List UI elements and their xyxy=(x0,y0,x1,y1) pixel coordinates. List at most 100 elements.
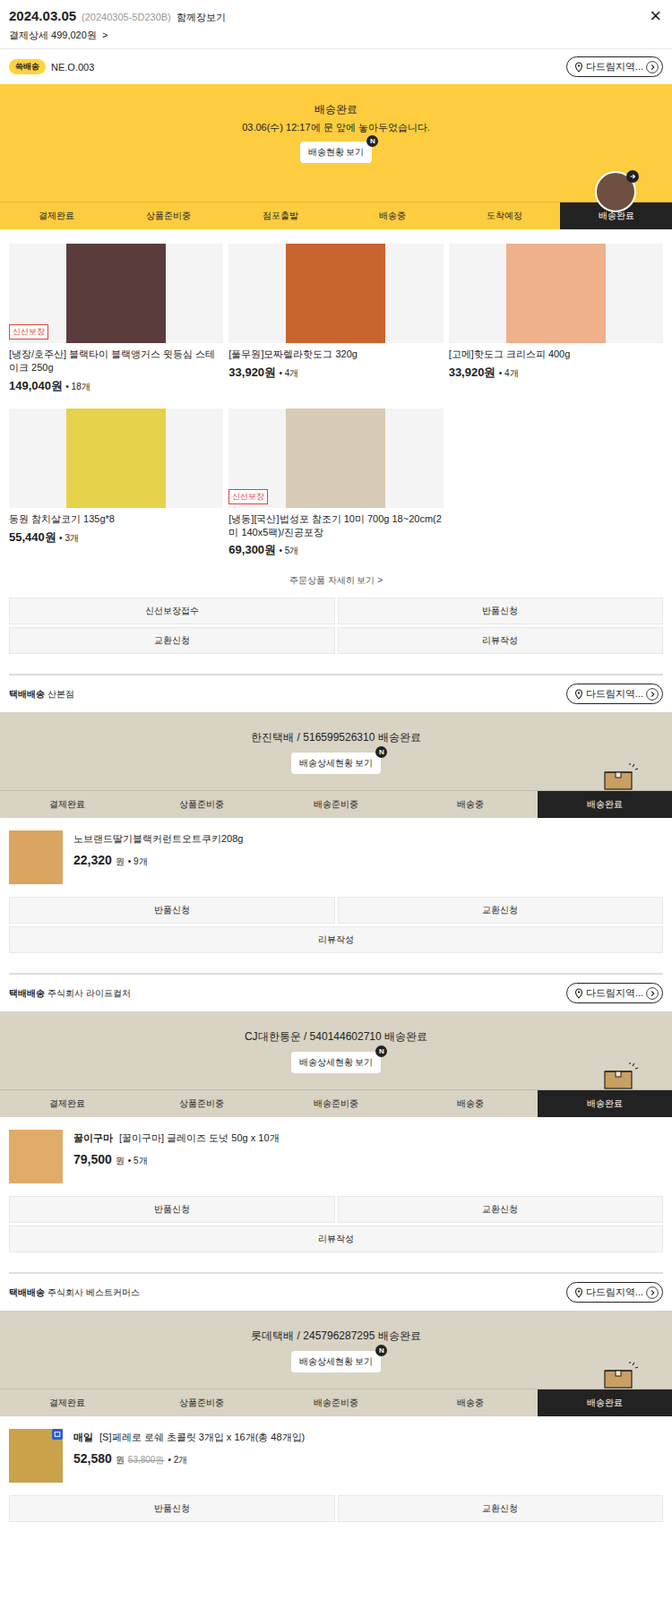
product-quantity: • 5개 xyxy=(278,545,299,556)
progress-steps: 결제완료상품준비중배송준비중배송중배송완료 xyxy=(0,1388,672,1417)
new-badge: N xyxy=(366,135,379,147)
action-buttons: 반품신청교환신청 xyxy=(0,1495,672,1523)
progress-step: 상품준비중 xyxy=(134,791,269,819)
progress-step: 배송준비중 xyxy=(268,1389,404,1417)
pin-icon xyxy=(574,988,584,1000)
payment-detail-link[interactable]: 결제상세 499,020원 > xyxy=(8,26,664,49)
action-button[interactable]: 교환신청 xyxy=(337,1196,664,1224)
action-button[interactable]: 리뷰작성 xyxy=(337,627,664,655)
product-grid: 신선보장 [냉장/호주산] 블랙타이 블랙앵거스 윗등심 스테이크 250g 1… xyxy=(0,229,672,559)
product-card[interactable]: 신선보장 [냉동][국산]법성포 참조기 10미 700g 18~20cm(2미… xyxy=(228,408,443,560)
fresh-badge: 신선보장 xyxy=(8,324,49,340)
progress-steps: 결제완료상품준비중점포출발배송중도착예정배송완료 xyxy=(0,201,672,230)
tracking-detail-button[interactable]: 배송상세현황 보기 xyxy=(291,1051,382,1074)
section-divider xyxy=(8,973,664,975)
section-divider xyxy=(8,1272,664,1275)
action-button[interactable]: 리뷰작성 xyxy=(8,1225,664,1253)
order-header: 2024.03.05 (20240305-5D230B) 함께장보기 × 결제상… xyxy=(0,0,672,50)
product-card[interactable]: [고메]핫도그 크리스피 400g 33,920원 • 4개 xyxy=(448,243,664,395)
fresh-badge: 신선보장 xyxy=(228,489,268,505)
status-message: 03.06(수) 12:17에 문 앞에 놓아두었습니다. xyxy=(241,120,431,135)
product-quantity: • 3개 xyxy=(59,533,79,543)
progress-step: 배송중 xyxy=(403,791,538,819)
seller-name: 주식회사 라이프컬처 xyxy=(47,988,131,999)
product-price: 149,040원 xyxy=(8,379,63,393)
character-image[interactable] xyxy=(594,171,637,213)
product-quantity: • 18개 xyxy=(65,381,90,392)
progress-step: 배송완료 xyxy=(537,1389,672,1417)
tracking-detail-button[interactable]: 배송상세현황 보기 xyxy=(291,752,382,775)
progress-step: 결제완료 xyxy=(0,202,112,230)
progress-step: 배송중 xyxy=(336,202,448,230)
order-detail-page: 2024.03.05 (20240305-5D230B) 함께장보기 × 결제상… xyxy=(0,0,672,1523)
action-buttons: 반품신청교환신청리뷰작성 xyxy=(0,1196,672,1253)
product-image: 신선보장 xyxy=(8,243,224,344)
region-label: 다드림지역... xyxy=(585,687,644,701)
region-button[interactable]: 다드림지역... xyxy=(566,56,664,78)
parcel-product[interactable]: 매일 [S]페레로 로쉐 초콜릿 3개입 x 16개(총 48개입) 52,58… xyxy=(0,1416,672,1496)
price-unit: 원 xyxy=(115,1154,125,1168)
product-card[interactable]: 신선보장 [냉장/호주산] 블랙타이 블랙앵거스 윗등심 스테이크 250g 1… xyxy=(8,243,224,395)
new-badge: N xyxy=(375,1344,388,1357)
brand-name: 꿀이구마 xyxy=(73,1132,113,1144)
action-button[interactable]: 반품신청 xyxy=(8,896,336,924)
product-quantity: • 9개 xyxy=(128,855,148,869)
main-delivery: 쓱배송 NE.O.003 다드림지역... 배송완료 03.06(수) 12:1… xyxy=(0,49,672,655)
progress-step: 도착예정 xyxy=(448,202,560,230)
close-button[interactable]: × xyxy=(647,6,664,26)
product-name: [S]페레로 로쉐 초콜릿 3개입 x 16개(총 48개입) xyxy=(99,1431,305,1443)
product-price: 69,300원 xyxy=(228,542,276,557)
partner-icon xyxy=(51,1429,63,1440)
product-image: 신선보장 xyxy=(228,408,443,509)
progress-step: 결제완료 xyxy=(0,1090,135,1118)
order-id: (20240305-5D230B) xyxy=(81,11,172,23)
region-button[interactable]: 다드림지역... xyxy=(566,683,664,705)
carrier-status: 롯데택배 / 245796287295 배송완료 xyxy=(250,1328,421,1344)
progress-step: 배송중 xyxy=(403,1090,538,1118)
carrier-status: CJ대한통운 / 540144602710 배송완료 xyxy=(244,1029,428,1045)
product-card[interactable]: 동원 참치살코기 135g*8 55,440원 • 3개 xyxy=(8,408,224,560)
action-button[interactable]: 교환신청 xyxy=(337,896,664,924)
order-date: 2024.03.05 xyxy=(8,8,77,24)
product-price: 33,920원 xyxy=(448,365,497,380)
carrier-status: 한진택배 / 516599526310 배송완료 xyxy=(250,730,421,746)
progress-step: 상품준비중 xyxy=(134,1389,269,1417)
parcel-product[interactable]: 노브랜드딸기블랙커런트오트쿠키208g 22,320 원 • 9개 xyxy=(0,818,672,897)
product-price: 52,580 xyxy=(73,1451,112,1466)
tracking-detail-button[interactable]: 배송상세현황 보기 xyxy=(291,1351,382,1373)
parcel-status-banner: 롯데택배 / 245796287295 배송완료 배송상세현황 보기 N xyxy=(0,1310,672,1389)
section-divider xyxy=(8,673,664,676)
action-button[interactable]: 교환신청 xyxy=(337,1495,664,1523)
progress-step: 배송완료 xyxy=(537,1090,672,1118)
action-button[interactable]: 리뷰작성 xyxy=(8,926,664,954)
product-card[interactable]: [풀무원]모짜렐라핫도그 320g 33,920원 • 4개 xyxy=(228,243,443,395)
region-button[interactable]: 다드림지역... xyxy=(566,982,664,1004)
pin-icon xyxy=(574,61,584,73)
delivery-status-banner: 배송완료 03.06(수) 12:17에 문 앞에 놓아두었습니다. 배송현황 … xyxy=(0,84,672,202)
chevron-icon xyxy=(646,987,659,1000)
product-price: 22,320 xyxy=(73,852,112,868)
product-name: 노브랜드딸기블랙커런트오트쿠키208g xyxy=(73,833,243,845)
product-price: 33,920원 xyxy=(228,365,276,380)
progress-steps: 결제완료상품준비중배송준비중배송중배송완료 xyxy=(0,790,672,819)
product-image xyxy=(8,1129,63,1184)
product-name: [냉동][국산]법성포 참조기 10미 700g 18~20cm(2미 140x… xyxy=(228,512,443,540)
product-name: [냉장/호주산] 블랙타이 블랙앵거스 윗등심 스테이크 250g xyxy=(8,347,224,375)
chevron-icon xyxy=(646,688,659,701)
parcel-product[interactable]: 꿀이구마 [꿀이구마] 글레이즈 도넛 50g x 10개 79,500 원 •… xyxy=(0,1117,672,1197)
progress-step: 결제완료 xyxy=(0,1389,135,1417)
action-button[interactable]: 반품신청 xyxy=(8,1196,336,1224)
progress-step: 배송준비중 xyxy=(268,791,404,819)
region-button[interactable]: 다드림지역... xyxy=(566,1282,664,1303)
action-button[interactable]: 교환신청 xyxy=(8,627,336,655)
delivery-type: 택배배송 xyxy=(8,988,45,999)
track-button[interactable]: 배송현황 보기 xyxy=(300,141,373,164)
brand-name: 매일 xyxy=(73,1431,94,1443)
action-button[interactable]: 반품신청 xyxy=(337,597,664,625)
more-products-link[interactable]: 주문상품 자세히 보기 > xyxy=(0,558,672,598)
new-badge: N xyxy=(375,1045,388,1058)
action-button[interactable]: 반품신청 xyxy=(8,1495,336,1523)
product-image xyxy=(228,243,443,344)
action-button[interactable]: 신선보장접수 xyxy=(8,597,336,625)
product-price: 55,440원 xyxy=(8,530,57,544)
